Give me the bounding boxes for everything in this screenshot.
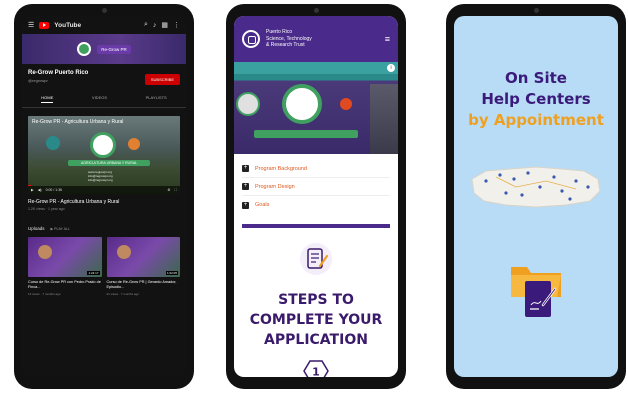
checklist-icon	[299, 242, 333, 276]
plus-icon[interactable]: +	[242, 183, 249, 190]
youtube-top-bar: ☰ YouTube ⌕ ♪ ▦ ⋮	[22, 16, 186, 34]
org-name: Puerto Rico Science, Technology & Resear…	[266, 29, 379, 49]
video-controls: ▶ ◀) 0:00 / 1:36 ⚙ ⛶	[28, 186, 180, 194]
channel-logo-icon	[77, 42, 92, 56]
prstrt-logo-icon[interactable]	[242, 30, 260, 48]
partner-logo	[340, 98, 352, 110]
channel-header: Re-Grow Puerto Rico @regrowpr SUBSCRIBE	[22, 66, 186, 89]
video-thumbnail[interactable]: 1:24:17	[28, 237, 102, 277]
uploads-label: Uploads	[28, 226, 45, 231]
hero-photo	[370, 84, 398, 154]
channel-banner: Re-Grow PR	[22, 34, 186, 64]
video-logo-main	[90, 132, 116, 158]
uploads-list: 1:24:17 Curso de Re-Grow PR con Pedro Pr…	[22, 235, 186, 298]
video-overlay-title: Re-Grow PR - Agricultura Urbana y Rural	[32, 119, 124, 125]
phone-mockup-help-centers: On Site Help Centers by Appointment	[446, 4, 626, 389]
video-logo-small	[46, 136, 60, 150]
puerto-rico-map	[466, 157, 606, 217]
youtube-brand: YouTube	[54, 21, 82, 29]
youtube-logo-icon[interactable]	[39, 21, 50, 29]
steps-line: APPLICATION	[264, 332, 368, 348]
phone-mockup-youtube: ☰ YouTube ⌕ ♪ ▦ ⋮ Re-Grow PR Re-Grow Pue…	[14, 4, 194, 389]
org-line: & Research Trust	[266, 42, 305, 49]
hero-ribbon	[234, 62, 398, 74]
play-all-button[interactable]: ▶ PLAY ALL	[51, 227, 70, 231]
accordion-label[interactable]: Goals	[255, 202, 269, 208]
camera-dot	[101, 8, 107, 13]
more-icon[interactable]: ⋮	[173, 21, 180, 29]
upload-title[interactable]: Curso de Re-Grow PR con Pedro Prado de F…	[28, 280, 102, 290]
tab-playlists[interactable]: PLAYLISTS	[146, 95, 167, 103]
menu-icon[interactable]: ☰	[28, 21, 34, 29]
plus-icon[interactable]: +	[242, 165, 249, 172]
video-band: AGRICULTURA URBANA Y RURAL	[68, 160, 150, 166]
video-url-text: www.regrowpr.org info@regrowpr.org info@…	[88, 170, 113, 182]
settings-icon[interactable]: ⚙	[167, 188, 170, 192]
tab-home[interactable]: HOME	[41, 95, 54, 103]
video-time: 0:00 / 1:36	[45, 188, 63, 192]
video-url-line: info@regrowpr.org	[88, 178, 113, 182]
video-stats: 1.2K views · 1 year ago	[28, 207, 65, 211]
seal-logo	[236, 92, 260, 116]
accordion-item[interactable]: + Goals	[242, 196, 390, 214]
featured-video-meta: Re-Grow PR - Agricultura Urbana y Rural …	[22, 194, 186, 216]
video-duration: 1:02:05	[165, 271, 178, 275]
website-screen: Puerto Rico Science, Technology & Resear…	[234, 16, 398, 377]
banner-tag: Re-Grow PR	[97, 44, 131, 54]
folder-document-icon	[509, 257, 563, 321]
uploads-header: Uploads ▶ PLAY ALL	[22, 216, 186, 235]
video-duration: 1:24:17	[87, 271, 100, 275]
regrow-logo	[282, 84, 322, 124]
hero-band	[254, 130, 358, 138]
site-header: Puerto Rico Science, Technology & Resear…	[234, 16, 398, 62]
youtube-screen: ☰ YouTube ⌕ ♪ ▦ ⋮ Re-Grow PR Re-Grow Pue…	[22, 16, 186, 377]
accordion-list: + Program Background + Program Design + …	[234, 154, 398, 214]
upload-title[interactable]: Curso de Re-Grow PR | Gerardo Amador, Ep…	[107, 280, 181, 290]
title-line: Help Centers	[481, 90, 591, 108]
channel-name: Re-Grow Puerto Rico	[28, 70, 89, 76]
channel-tabs: HOME VIDEOS PLAYLISTS	[22, 89, 186, 108]
accordion-item[interactable]: + Program Design	[242, 178, 390, 196]
help-centers-title: On Site Help Centers by Appointment	[454, 68, 618, 131]
step-number: 1	[312, 366, 320, 378]
hamburger-menu-icon[interactable]: ≡	[385, 34, 390, 44]
accordion-label[interactable]: Program Background	[255, 166, 307, 172]
title-line-highlight: by Appointment	[468, 111, 604, 129]
thumbnail-face	[38, 245, 52, 259]
steps-line: STEPS TO	[278, 292, 354, 308]
volume-icon[interactable]: ◀)	[38, 188, 42, 192]
video-title[interactable]: Re-Grow PR - Agricultura Urbana y Rural	[28, 199, 180, 205]
upload-meta: 13 views · 7 months ago	[28, 292, 61, 296]
steps-heading: STEPS TO COMPLETE YOUR APPLICATION	[234, 290, 398, 350]
camera-dot	[533, 8, 539, 13]
channel-handle: @regrowpr	[28, 78, 48, 83]
video-thumbnail[interactable]: 1:02:05	[106, 237, 180, 277]
plus-icon[interactable]: +	[242, 201, 249, 209]
thumbnail-face	[116, 245, 131, 259]
section-divider	[242, 224, 390, 228]
search-icon[interactable]: ⌕	[144, 21, 148, 29]
upload-meta: 21 views · 7 months ago	[106, 292, 140, 296]
phone-mockup-website: Puerto Rico Science, Technology & Resear…	[226, 4, 406, 389]
info-icon[interactable]: i	[387, 64, 395, 72]
help-centers-screen: On Site Help Centers by Appointment	[454, 16, 618, 377]
upload-item[interactable]: 1:24:17 Curso de Re-Grow PR con Pedro Pr…	[28, 237, 102, 296]
accordion-item[interactable]: + Program Background	[242, 160, 390, 178]
video-logo-orange	[128, 138, 140, 150]
fullscreen-icon[interactable]: ⛶	[175, 188, 177, 192]
steps-line: COMPLETE YOUR	[249, 312, 383, 328]
featured-video-player[interactable]: Re-Grow PR - Agricultura Urbana y Rural …	[28, 116, 180, 194]
title-line: On Site	[505, 69, 567, 87]
step-number-badge: 1	[303, 360, 329, 377]
camera-dot	[313, 8, 319, 13]
hero-banner: i	[234, 62, 398, 154]
subscribe-button[interactable]: SUBSCRIBE	[144, 74, 180, 85]
mic-icon[interactable]: ♪	[153, 22, 157, 29]
play-icon[interactable]: ▶	[31, 188, 34, 192]
cast-icon[interactable]: ▦	[161, 21, 168, 29]
accordion-label[interactable]: Program Design	[255, 184, 295, 190]
tab-videos[interactable]: VIDEOS	[92, 95, 107, 103]
upload-item[interactable]: 1:02:05 Curso de Re-Grow PR | Gerardo Am…	[106, 237, 181, 296]
